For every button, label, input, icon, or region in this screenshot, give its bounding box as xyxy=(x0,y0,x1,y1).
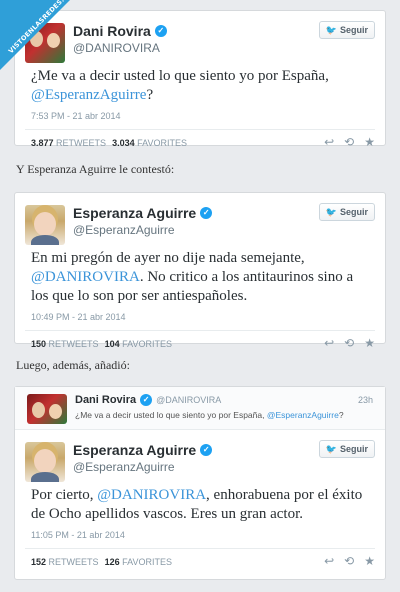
user-name[interactable]: Dani Rovira ✓ xyxy=(73,23,167,39)
caption: Luego, además, añadió: xyxy=(16,358,130,372)
follow-button[interactable]: 🐦 Seguir xyxy=(318,440,375,458)
mention-link[interactable]: @DANIROVIRA xyxy=(97,487,206,503)
verified-icon: ✓ xyxy=(140,394,153,406)
reply-icon[interactable]: ↩ xyxy=(324,135,334,149)
retweet-icon[interactable]: ⟲ xyxy=(344,135,354,149)
favorite-icon[interactable]: ★ xyxy=(364,336,375,350)
user-handle[interactable]: @EsperanzAguirre xyxy=(73,223,175,237)
tweet-stats: 150 RETWEETS 104 FAVORITES ↩ ⟲ ★ xyxy=(31,336,375,350)
avatar[interactable] xyxy=(27,394,67,424)
caption: Y Esperanza Aguirre le contestó: xyxy=(16,162,175,176)
timestamp[interactable]: 7:53 PM - 21 abr 2014 xyxy=(15,111,385,121)
twitter-bird-icon: 🐦 xyxy=(325,24,337,35)
reply-icon[interactable]: ↩ xyxy=(324,336,334,350)
reply-icon[interactable]: ↩ xyxy=(324,554,334,568)
retweet-icon[interactable]: ⟲ xyxy=(344,336,354,350)
user-name[interactable]: Esperanza Aguirre ✓ xyxy=(73,442,213,458)
tweet-text: En mi pregón de ayer no dije nada semeja… xyxy=(31,250,354,304)
timestamp[interactable]: 11:05 PM - 21 abr 2014 xyxy=(15,530,385,540)
twitter-bird-icon: 🐦 xyxy=(325,443,337,454)
quoted-user[interactable]: Dani Rovira ✓ @DANIROVIRA xyxy=(75,394,221,406)
tweet-text: Por cierto, @DANIROVIRA, enhorabuena por… xyxy=(31,487,363,522)
verified-icon: ✓ xyxy=(200,444,213,456)
tweet-card-2: Esperanza Aguirre ✓ @EsperanzAguirre 🐦 Se… xyxy=(14,192,386,350)
quoted-text: ¿Me va a decir usted lo que siento yo po… xyxy=(75,410,344,420)
favorite-icon[interactable]: ★ xyxy=(364,135,375,149)
user-handle[interactable]: @EsperanzAguirre xyxy=(73,460,175,474)
quoted-time: 23h xyxy=(357,395,373,405)
twitter-bird-icon: 🐦 xyxy=(325,206,337,217)
watermark-corner xyxy=(0,0,70,70)
verified-icon: ✓ xyxy=(154,25,167,37)
follow-button[interactable]: 🐦 Seguir xyxy=(318,21,375,39)
favorite-icon[interactable]: ★ xyxy=(364,554,375,568)
quoted-tweet[interactable]: Dani Rovira ✓ @DANIROVIRA 23h ¿Me va a dec… xyxy=(15,387,385,430)
timestamp[interactable]: 10:49 PM - 21 abr 2014 xyxy=(15,312,385,322)
user-handle[interactable]: @DANIROVIRA xyxy=(73,41,160,55)
mention-link[interactable]: @EsperanzAguirre xyxy=(31,87,146,103)
tweet-card-3: Dani Rovira ✓ @DANIROVIRA 23h ¿Me va a dec… xyxy=(14,386,386,580)
avatar[interactable] xyxy=(25,442,65,482)
tweet-stats: 3.877 RETWEETS 3.034 FAVORITES ↩ ⟲ ★ xyxy=(31,135,375,149)
follow-button[interactable]: 🐦 Seguir xyxy=(318,203,375,221)
tweet-text: ¿Me va a decir usted lo que siento yo po… xyxy=(31,68,329,103)
mention-link[interactable]: @DANIROVIRA xyxy=(31,269,140,285)
retweet-icon[interactable]: ⟲ xyxy=(344,554,354,568)
tweet-stats: 152 RETWEETS 126 FAVORITES ↩ ⟲ ★ xyxy=(31,554,375,568)
verified-icon: ✓ xyxy=(200,207,213,219)
user-name[interactable]: Esperanza Aguirre ✓ xyxy=(73,205,213,221)
avatar[interactable] xyxy=(25,205,65,245)
